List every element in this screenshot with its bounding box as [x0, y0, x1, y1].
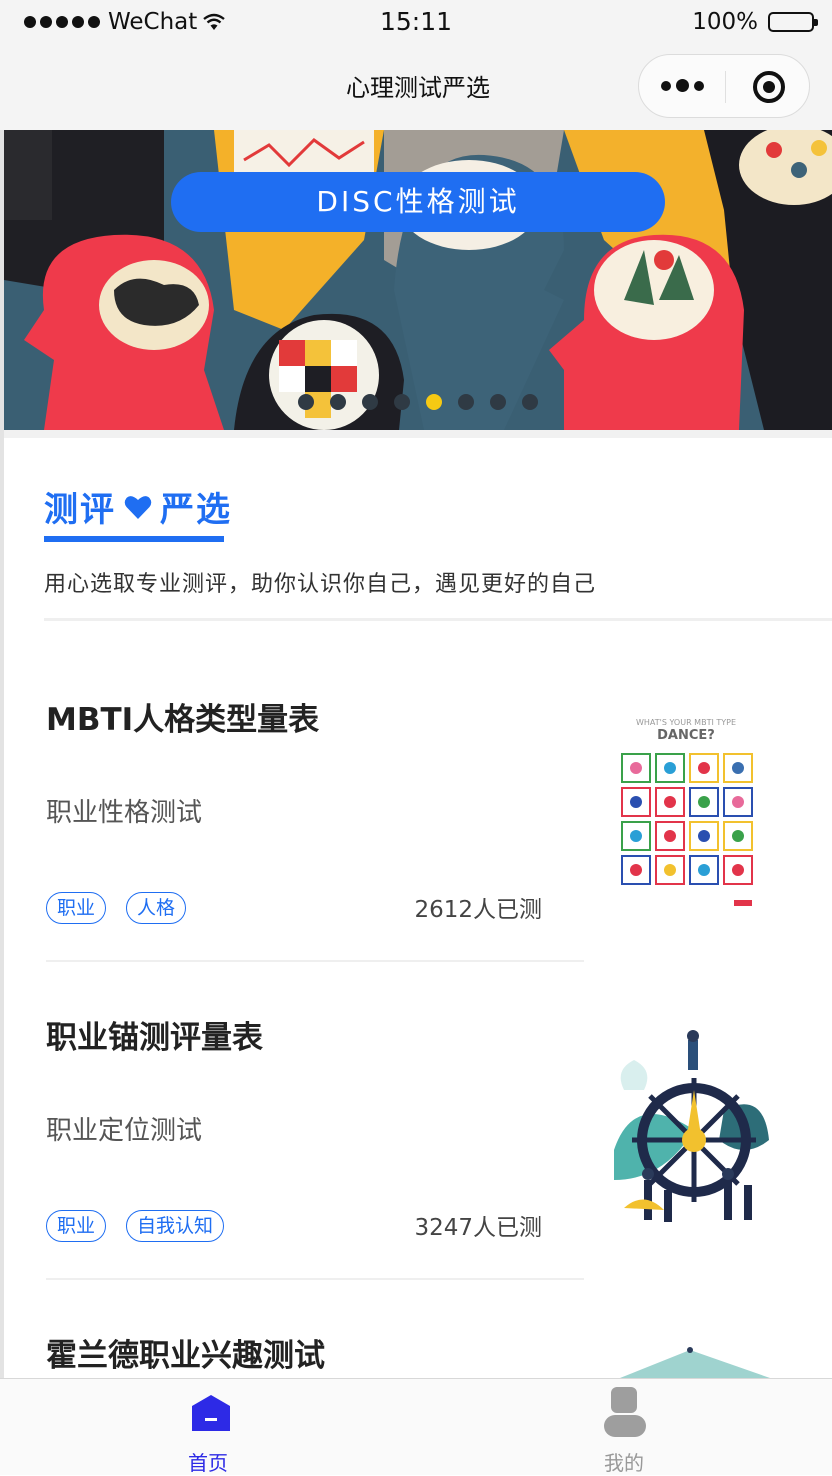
banner-gap [4, 430, 832, 438]
banner-test-button[interactable]: DISC性格测试 [171, 172, 665, 232]
pager-dot[interactable] [298, 394, 314, 410]
heart-icon [124, 495, 152, 519]
pager-dot[interactable] [458, 394, 474, 410]
tab-me-label: 我的 [604, 1451, 644, 1475]
holland-test-illustration [620, 1347, 770, 1378]
pager-dot-active[interactable] [426, 394, 442, 410]
tag: 人格 [126, 892, 187, 924]
nav-bar: 心理测试严选 [0, 42, 832, 130]
test-card[interactable]: 职业锚测评量表 职业定位测试 职业 自我认知 3247人已测 [44, 962, 832, 1280]
battery-percent: 100% [692, 9, 758, 35]
pager-dot[interactable] [394, 394, 410, 410]
banner-carousel[interactable]: DISC性格测试 [4, 130, 832, 430]
pager-dot[interactable] [490, 394, 506, 410]
test-title[interactable]: 职业锚测评量表 [46, 1012, 263, 1057]
test-card[interactable]: MBTI人格类型量表 职业性格测试 职业 人格 2612人已测 WHAT'S Y… [44, 620, 832, 962]
section-subtitle: 用心选取专业测评，助你认识你自己，遇见更好的自己 [44, 572, 597, 597]
test-card[interactable]: 霍兰德职业兴趣测试 [44, 1280, 832, 1378]
tested-count: 2612人已测 [414, 897, 542, 923]
tag: 职业 [46, 892, 107, 924]
pager-dot[interactable] [522, 394, 538, 410]
section-underline [44, 536, 224, 542]
capsule-divider [725, 71, 726, 103]
poster-headline: DANCE? [657, 728, 715, 743]
tab-bar: 首页 我的 [0, 1378, 832, 1475]
mini-program-capsule [638, 54, 810, 118]
tab-home[interactable]: 首页 [0, 1379, 416, 1475]
tag-list: 职业 人格 [46, 892, 187, 924]
status-bar: WeChat 15:11 100% [0, 0, 832, 42]
carousel-pager [298, 394, 538, 410]
home-icon [192, 1395, 230, 1431]
battery-icon [768, 12, 818, 32]
poster-caption: WHAT'S YOUR MBTI TYPE [635, 718, 737, 727]
pager-dot[interactable] [362, 394, 378, 410]
mbti-poster-thumbnail: WHAT'S YOUR MBTI TYPE DANCE? [616, 716, 756, 912]
close-mini-program-icon[interactable] [753, 71, 785, 103]
career-anchor-illustration [614, 1030, 769, 1222]
tested-count: 3247人已测 [414, 1215, 542, 1241]
tab-me[interactable]: 我的 [416, 1379, 832, 1475]
battery-indicator: 100% [692, 9, 818, 35]
pager-dot[interactable] [330, 394, 346, 410]
tag: 自我认知 [126, 1210, 225, 1242]
test-title[interactable]: 霍兰德职业兴趣测试 [46, 1330, 325, 1375]
section-title-right: 严选 [160, 490, 232, 530]
tag-list: 职业 自我认知 [46, 1210, 225, 1242]
test-subtitle: 职业定位测试 [46, 1116, 203, 1146]
test-title[interactable]: MBTI人格类型量表 [46, 694, 319, 739]
test-subtitle: 职业性格测试 [46, 798, 203, 828]
tag: 职业 [46, 1210, 107, 1242]
more-icon[interactable] [661, 79, 704, 92]
user-icon [604, 1387, 646, 1437]
poster-grid [621, 753, 753, 906]
section-title-left: 测评 [44, 490, 116, 530]
tab-home-label: 首页 [188, 1451, 228, 1475]
section-title: 测评 严选 [44, 482, 232, 531]
